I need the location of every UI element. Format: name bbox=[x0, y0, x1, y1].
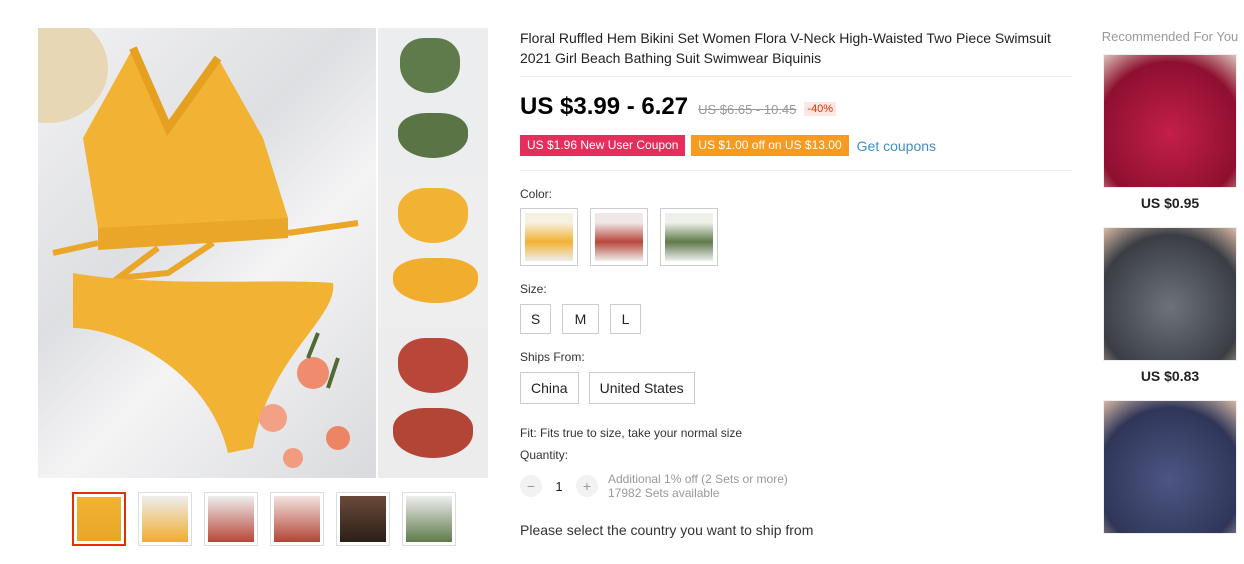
thumbnail-1[interactable] bbox=[72, 492, 126, 546]
new-user-coupon[interactable]: US $1.96 New User Coupon bbox=[520, 135, 686, 156]
bulk-discount-note: Additional 1% off (2 Sets or more) bbox=[608, 472, 788, 486]
recommended-item-price: US $0.95 bbox=[1140, 195, 1200, 211]
thumbnail-2[interactable] bbox=[138, 492, 192, 546]
thumbnail-3[interactable] bbox=[204, 492, 258, 546]
color-label: Color: bbox=[520, 187, 553, 201]
color-option-rust[interactable] bbox=[590, 208, 648, 266]
quantity-decrease-button[interactable]: − bbox=[520, 475, 542, 497]
ships-from-china[interactable]: China bbox=[520, 372, 579, 404]
quantity-value[interactable]: 1 bbox=[542, 479, 576, 494]
recommended-item[interactable]: US $0.83 bbox=[1103, 227, 1237, 384]
size-section: Size: S M L bbox=[520, 282, 1072, 334]
quantity-label: Quantity: bbox=[520, 448, 569, 462]
color-section: Color: bbox=[520, 187, 1072, 266]
recommended-item-image[interactable] bbox=[1103, 54, 1237, 188]
available-stock: 17982 Sets available bbox=[608, 486, 720, 500]
size-options: S M L bbox=[520, 304, 1072, 334]
fit-note: Fit: Fits true to size, take your normal… bbox=[520, 426, 743, 440]
recommended-item-image[interactable] bbox=[1103, 400, 1237, 534]
thumbnail-strip bbox=[72, 492, 456, 546]
product-image-gallery bbox=[38, 28, 488, 478]
side-image-green[interactable] bbox=[376, 28, 488, 178]
size-option-m[interactable]: M bbox=[562, 304, 599, 334]
quantity-info: Additional 1% off (2 Sets or more) 17982… bbox=[608, 472, 788, 500]
store-coupon[interactable]: US $1.00 off on US $13.00 bbox=[691, 135, 849, 156]
color-options bbox=[520, 208, 1072, 266]
recommended-title: Recommended For You bbox=[1101, 29, 1239, 44]
side-image-rust[interactable] bbox=[376, 328, 488, 478]
main-product-image[interactable] bbox=[38, 28, 376, 478]
side-image-yellow[interactable] bbox=[376, 178, 488, 328]
discount-badge: -40% bbox=[804, 102, 837, 116]
size-option-s[interactable]: S bbox=[520, 304, 551, 334]
size-label: Size: bbox=[520, 282, 547, 296]
recommended-item-price: US $0.83 bbox=[1140, 368, 1200, 384]
color-option-green[interactable] bbox=[660, 208, 718, 266]
ships-from-section: Ships From: China United States bbox=[520, 350, 1072, 404]
recommended-panel: Recommended For You US $0.95 US $0.83 bbox=[1100, 28, 1240, 534]
color-option-yellow[interactable] bbox=[520, 208, 578, 266]
recommended-item[interactable]: US $0.95 bbox=[1103, 54, 1237, 211]
original-price: US $6.65 - 10.45 bbox=[698, 102, 797, 117]
recommended-item-image[interactable] bbox=[1103, 227, 1237, 361]
product-info: Floral Ruffled Hem Bikini Set Women Flor… bbox=[520, 28, 1072, 538]
recommended-item[interactable] bbox=[1103, 400, 1237, 534]
quantity-increase-button[interactable]: + bbox=[576, 475, 598, 497]
thumbnail-4[interactable] bbox=[270, 492, 324, 546]
thumbnail-5[interactable] bbox=[336, 492, 390, 546]
coupon-row: US $1.96 New User Coupon US $1.00 off on… bbox=[520, 135, 1072, 171]
price-row: US $3.99 - 6.27 US $6.65 - 10.45 -40% bbox=[520, 93, 1072, 121]
bikini-yellow-image bbox=[38, 28, 359, 468]
ships-from-label: Ships From: bbox=[520, 350, 585, 364]
size-option-l[interactable]: L bbox=[610, 304, 641, 334]
ships-from-options: China United States bbox=[520, 372, 1072, 404]
get-coupons-link[interactable]: Get coupons bbox=[857, 138, 936, 154]
shipping-message: Please select the country you want to sh… bbox=[520, 522, 814, 538]
quantity-stepper: − 1 + Additional 1% off (2 Sets or more)… bbox=[520, 472, 1072, 500]
product-title: Floral Ruffled Hem Bikini Set Women Flor… bbox=[520, 28, 1072, 77]
ships-from-united-states[interactable]: United States bbox=[588, 372, 695, 404]
thumbnail-6[interactable] bbox=[402, 492, 456, 546]
current-price: US $3.99 - 6.27 bbox=[520, 93, 689, 120]
side-images bbox=[376, 28, 488, 478]
